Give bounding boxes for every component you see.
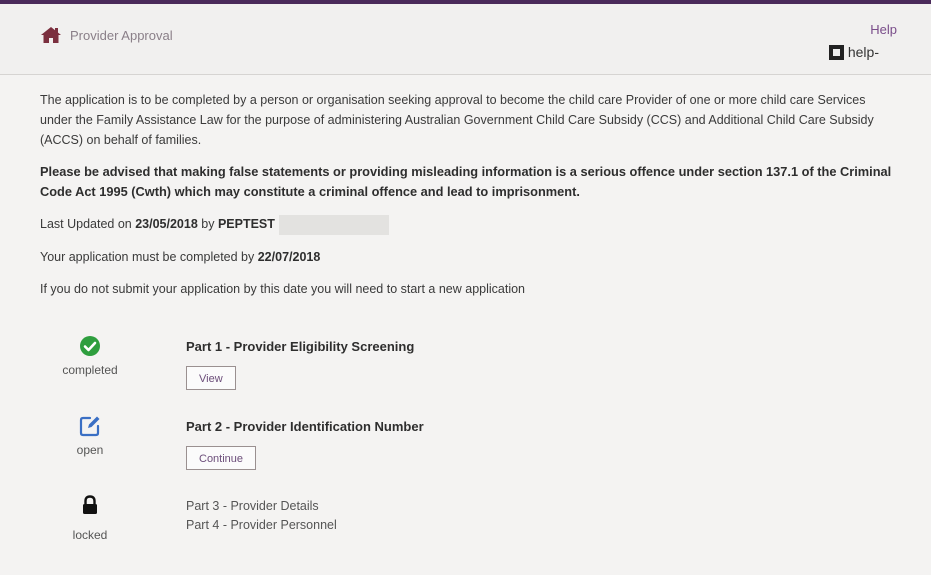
page-header: Provider Approval Help help- — [0, 4, 931, 75]
status-label: open — [76, 443, 104, 457]
check-circle-icon — [80, 336, 100, 356]
status-label: locked — [72, 528, 108, 542]
redacted-shade — [278, 214, 389, 235]
deadline-prefix: Your application must be completed by — [40, 249, 258, 264]
view-button[interactable]: View — [186, 366, 236, 390]
locked-part: Part 3 - Provider Details — [186, 499, 319, 513]
step-part-2: open Part 2 - Provider Identification Nu… — [40, 415, 900, 495]
brand[interactable]: Provider Approval — [40, 26, 173, 44]
step-part-1: completed Part 1 - Provider Eligibility … — [40, 335, 900, 415]
warning-paragraph: Please be advised that making false stat… — [40, 164, 892, 199]
locked-part: Part 4 - Provider Personnel — [186, 518, 337, 532]
last-updated-prefix: Last Updated on — [40, 217, 136, 231]
locked-parts-list: Part 3 - Provider Details Part 4 - Provi… — [186, 497, 337, 535]
status-label: completed — [62, 363, 118, 377]
status-open: open — [40, 415, 140, 457]
continue-button[interactable]: Continue — [186, 446, 257, 470]
help-square-icon — [828, 44, 844, 60]
last-updated-by: by — [197, 217, 218, 231]
home-icon — [41, 27, 61, 43]
intro-paragraph: The application is to be completed by a … — [40, 93, 874, 147]
main-content: The application is to be completed by a … — [40, 90, 900, 311]
notice: If you do not submit your application by… — [40, 281, 526, 296]
part-title: Part 2 - Provider Identification Number — [186, 419, 424, 434]
app-title: Provider Approval — [70, 27, 173, 43]
status-completed: completed — [40, 335, 140, 377]
deadline-date: 22/07/2018 — [257, 249, 321, 264]
help-badge[interactable]: help- — [828, 44, 879, 60]
help-badge-label: help- — [847, 44, 879, 60]
last-updated-date: 23/05/2018 — [135, 217, 198, 231]
part-title: Part 1 - Provider Eligibility Screening — [186, 339, 415, 354]
status-locked — [40, 495, 140, 515]
lock-icon — [83, 495, 97, 514]
last-updated-user: PEPTEST — [217, 217, 275, 231]
help-link[interactable]: Help — [870, 22, 897, 37]
step-locked: locked Part 3 - Provider Details Part 4 … — [40, 495, 900, 575]
edit-icon — [79, 416, 100, 437]
steps-list: completed Part 1 - Provider Eligibility … — [40, 335, 900, 575]
last-updated: Last Updated on 23/05/2018 by PEPTEST — [40, 214, 900, 235]
deadline: Your application must be completed by 22… — [40, 247, 900, 267]
